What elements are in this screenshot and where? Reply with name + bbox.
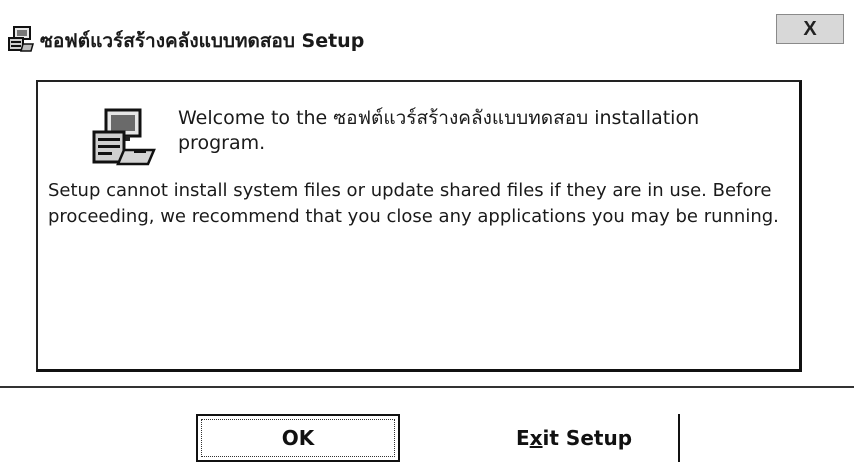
setup-instructions: Setup cannot install system files or upd…	[48, 180, 779, 227]
window-title: ซอฟต์แวร์สร้างคลังแบบทดสอบ Setup	[40, 30, 365, 52]
ok-button-label: OK	[201, 419, 395, 457]
welcome-panel: Welcome to the ซอฟต์แวร์สร้างคลังแบบทดสอ…	[36, 80, 802, 372]
divider	[0, 386, 854, 388]
close-button[interactable]: X	[776, 14, 844, 44]
exit-label-mnemonic: x	[529, 426, 543, 450]
title-bar: ซอฟต์แวร์สร้างคลังแบบทดสอบ Setup X	[0, 0, 854, 66]
ok-button[interactable]: OK	[196, 414, 400, 462]
exit-setup-button[interactable]: Ex it Setup	[470, 414, 680, 462]
exit-label-end: it Setup	[542, 426, 633, 450]
computer-install-icon	[88, 106, 158, 168]
setup-window: ซอฟต์แวร์สร้างคลังแบบทดสอบ Setup X Welco…	[0, 0, 854, 464]
exit-label-start: E	[515, 426, 530, 450]
setup-computer-icon	[6, 24, 36, 54]
welcome-message: Welcome to the ซอฟต์แวร์สร้างคลังแบบทดสอ…	[178, 107, 700, 154]
